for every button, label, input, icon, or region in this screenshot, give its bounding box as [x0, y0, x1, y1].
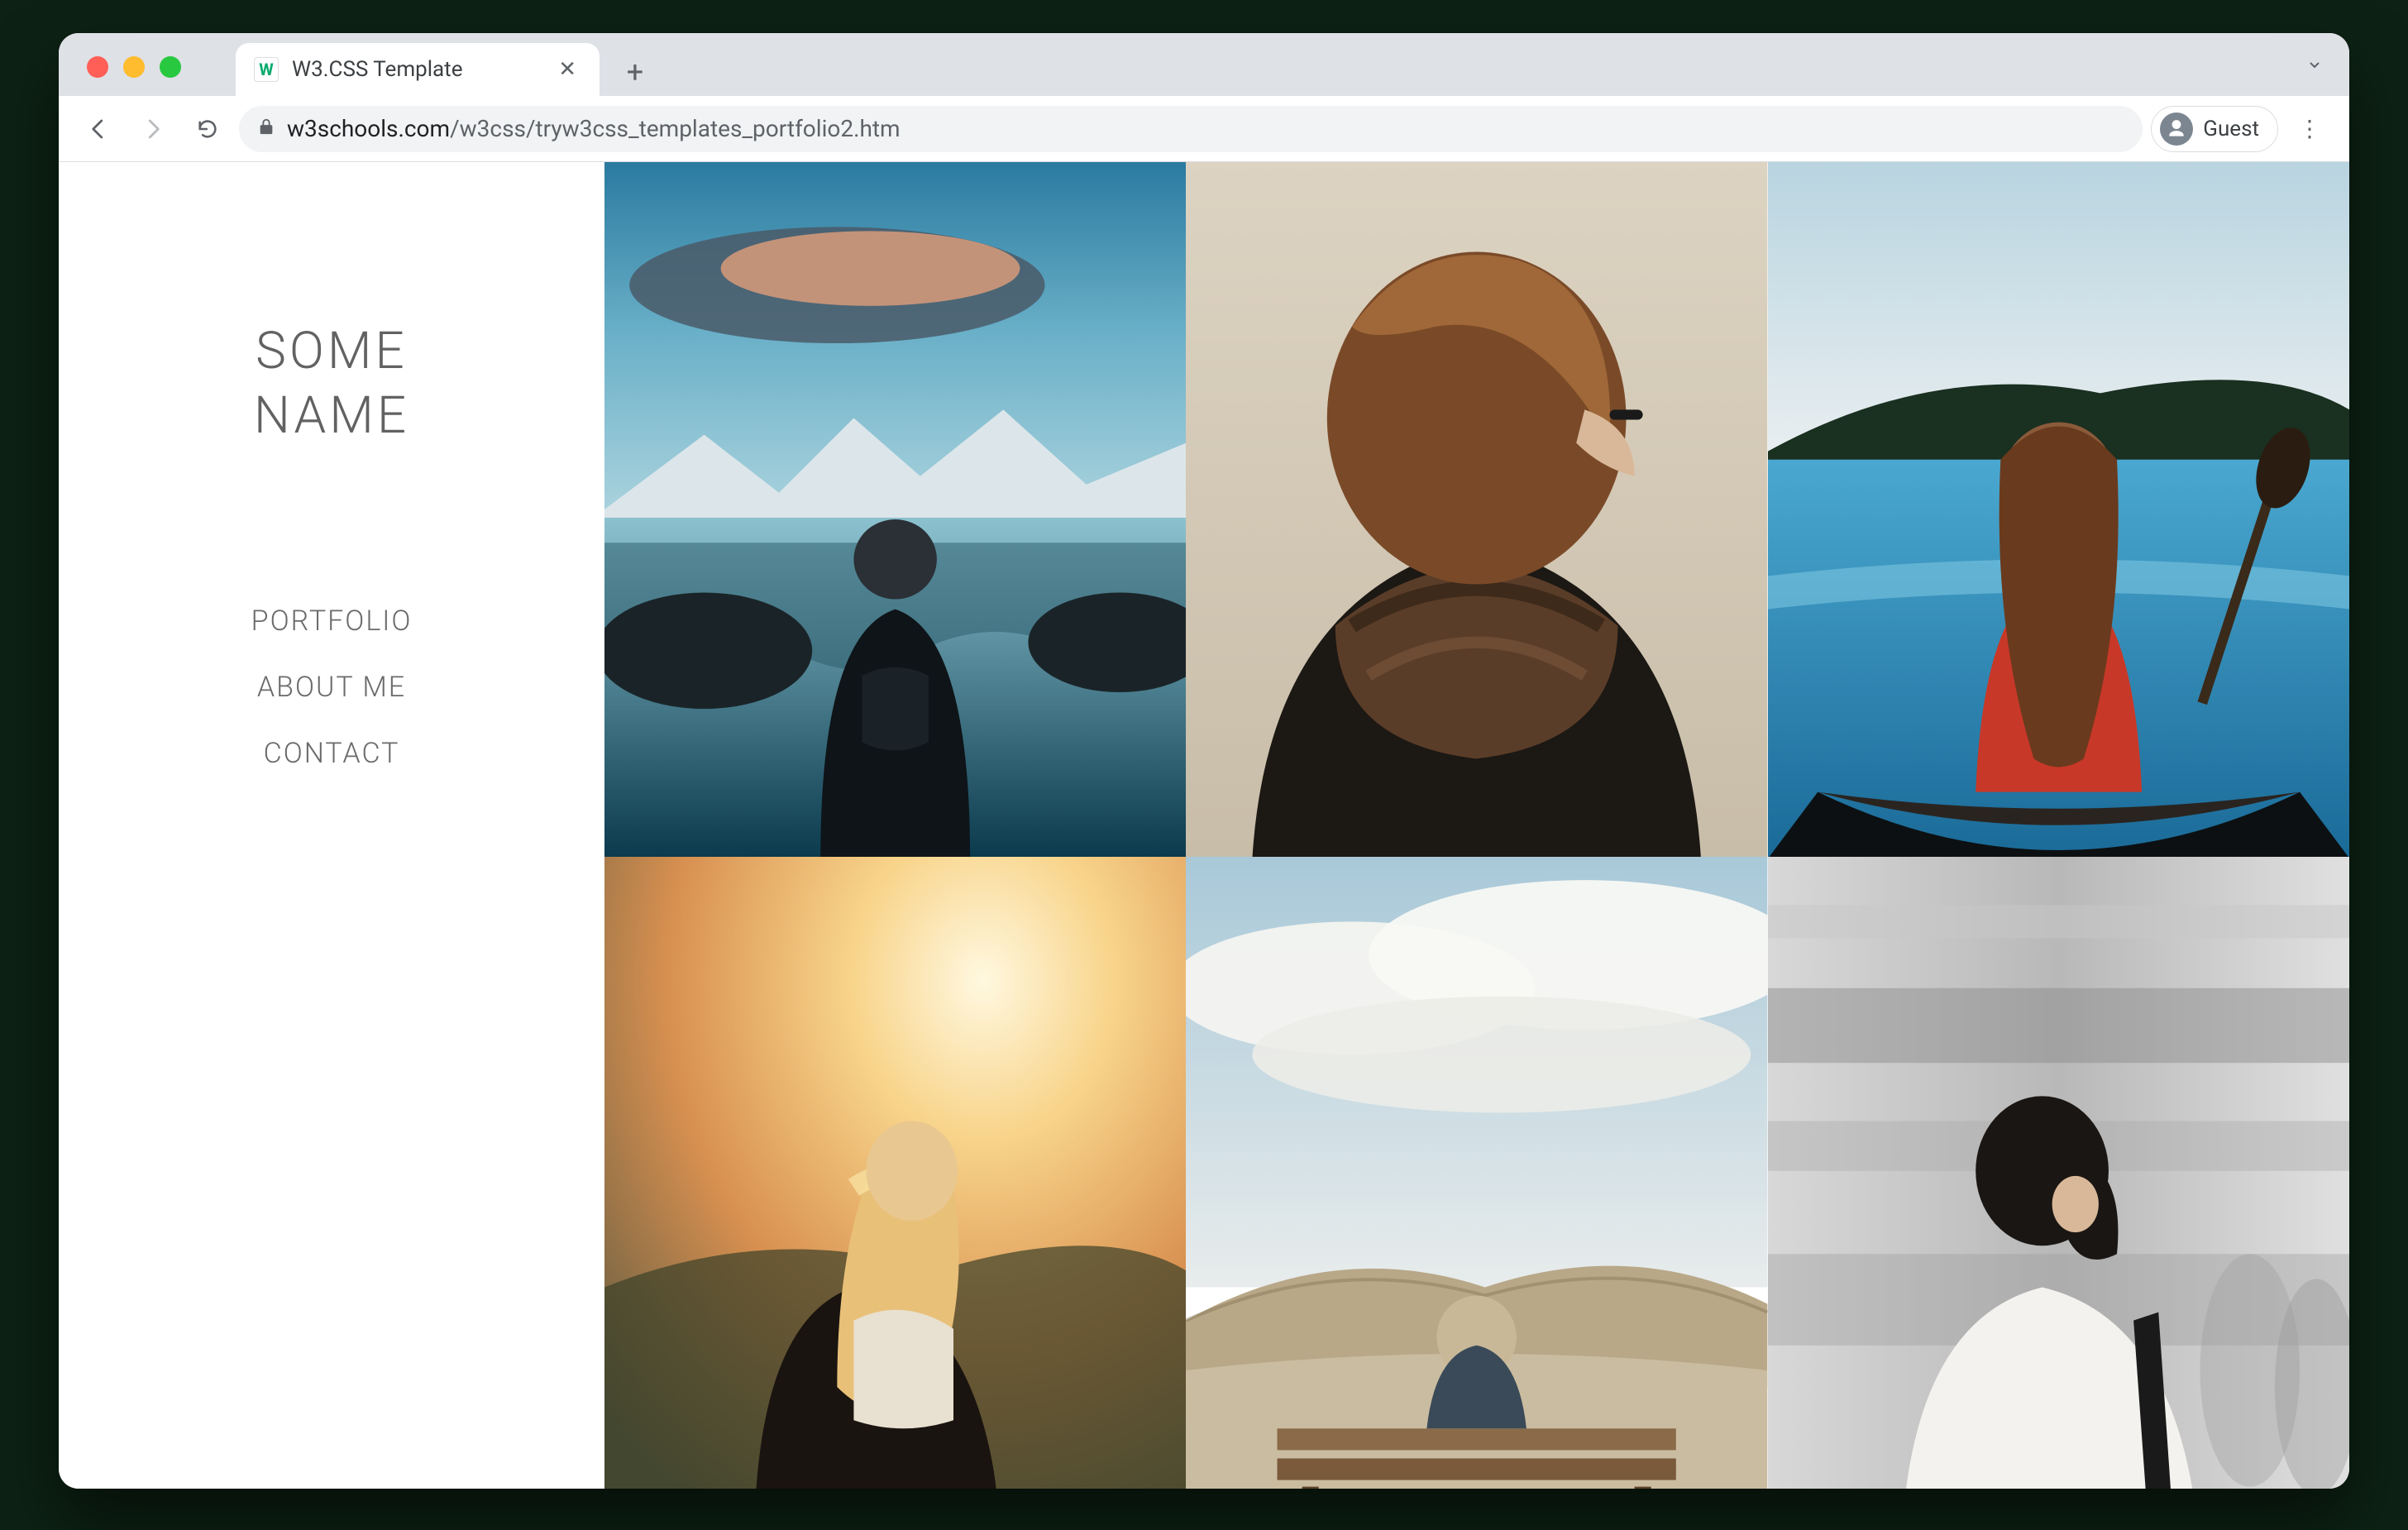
site-title: SOME NAME [254, 319, 409, 447]
maximize-window-button[interactable] [160, 56, 181, 78]
gallery-grid [604, 162, 2349, 1489]
tab-strip: W W3.CSS Template ✕ + [59, 33, 2349, 96]
tabs-dropdown-button[interactable] [2305, 55, 2324, 80]
page-content: SOME NAME PORTFOLIO ABOUT ME CONTACT [59, 162, 2349, 1489]
menu-button[interactable]: ⋮ [2286, 106, 2333, 152]
url-path: /w3css/tryw3css_templates_portfolio2.htm [450, 115, 901, 142]
forward-button[interactable] [130, 106, 176, 152]
nav-contact[interactable]: CONTACT [264, 737, 400, 770]
gallery-item-5[interactable] [1186, 857, 1767, 1489]
url-domain: w3schools.com [287, 115, 450, 142]
lock-icon [257, 117, 275, 141]
reload-button[interactable] [184, 106, 231, 152]
browser-toolbar: w3schools.com/w3css/tryw3css_templates_p… [59, 96, 2349, 162]
browser-window: W W3.CSS Template ✕ + [59, 33, 2349, 1489]
url-text: w3schools.com/w3css/tryw3css_templates_p… [287, 115, 901, 142]
gallery-item-6[interactable] [1768, 857, 2349, 1489]
window-controls [87, 56, 181, 78]
gallery-item-1[interactable] [604, 162, 1186, 857]
sidebar-nav: PORTFOLIO ABOUT ME CONTACT [251, 605, 413, 770]
favicon-icon: W [254, 57, 279, 82]
close-tab-button[interactable]: ✕ [553, 54, 581, 85]
new-tab-button[interactable]: + [616, 53, 654, 91]
profile-label: Guest [2203, 117, 2259, 141]
profile-button[interactable]: Guest [2151, 106, 2278, 152]
nav-portfolio[interactable]: PORTFOLIO [251, 605, 413, 638]
gallery-item-2[interactable] [1186, 162, 1767, 857]
gallery-item-4[interactable] [604, 857, 1186, 1489]
address-bar[interactable]: w3schools.com/w3css/tryw3css_templates_p… [239, 106, 2143, 152]
back-button[interactable] [75, 106, 122, 152]
nav-about[interactable]: ABOUT ME [257, 671, 406, 704]
close-window-button[interactable] [87, 56, 108, 78]
minimize-window-button[interactable] [123, 56, 145, 78]
avatar-icon [2160, 112, 2193, 146]
gallery-item-3[interactable] [1768, 162, 2349, 857]
tab-title: W3.CSS Template [292, 57, 462, 82]
sidebar: SOME NAME PORTFOLIO ABOUT ME CONTACT [59, 162, 604, 1489]
browser-tab[interactable]: W W3.CSS Template ✕ [236, 43, 600, 96]
